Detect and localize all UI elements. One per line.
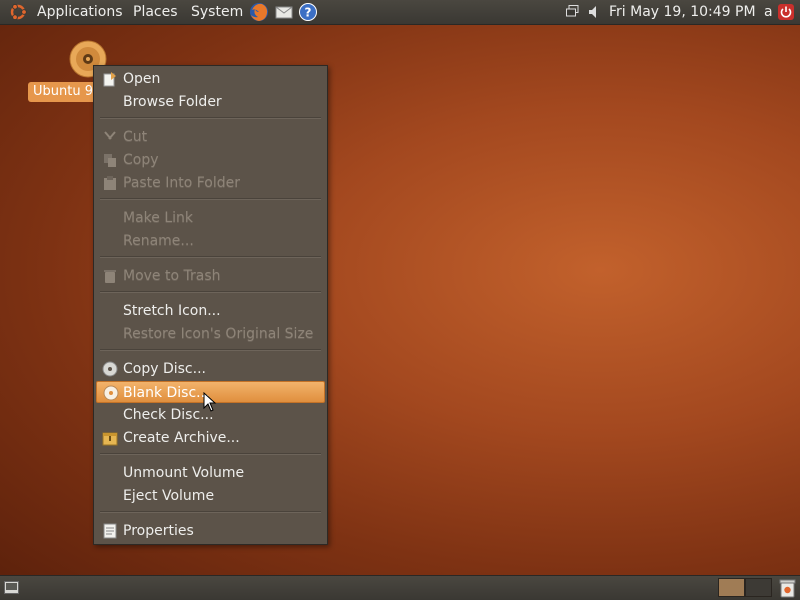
properties-icon [103, 523, 117, 539]
copy-icon [104, 154, 116, 167]
menu-item-cut: Cut [96, 126, 325, 148]
mouse-cursor-icon [203, 392, 217, 412]
menu-item-open[interactable]: Open [96, 68, 325, 90]
menu-separator [100, 511, 321, 513]
trash-icon[interactable] [778, 578, 797, 598]
svg-text:?: ? [305, 6, 312, 20]
trash-icon [104, 270, 116, 283]
workspace-1-button[interactable] [718, 578, 745, 597]
menu-item-label: Check Disc... [123, 407, 214, 423]
menu-item-label: Eject Volume [123, 488, 215, 504]
system-menu[interactable]: System [191, 0, 243, 24]
menu-item-browse-folder[interactable]: Browse Folder [96, 91, 325, 113]
user-switcher[interactable]: a [764, 0, 773, 24]
menu-item-label: Open [123, 71, 161, 87]
menu-item-label: Create Archive... [123, 430, 240, 446]
help-icon[interactable]: ? [298, 2, 318, 22]
top-panel: Applications Places System ? Fri May 19,… [0, 0, 800, 25]
places-menu[interactable]: Places [133, 0, 178, 24]
menu-item-label: Browse Folder [123, 94, 222, 110]
disc-icon [102, 361, 118, 377]
menu-separator [100, 256, 321, 258]
open-icon [103, 72, 116, 87]
menu-item-eject-volume[interactable]: Eject Volume [96, 485, 325, 507]
firefox-icon[interactable] [249, 2, 269, 22]
menu-item-restore-icon-size: Restore Icon's Original Size [96, 323, 325, 345]
show-desktop-icon[interactable] [4, 581, 19, 594]
menu-item-paste-into-folder: Paste Into Folder [96, 172, 325, 194]
menu-item-unmount-volume[interactable]: Unmount Volume [96, 462, 325, 484]
power-icon[interactable] [777, 3, 795, 21]
menu-separator [100, 117, 321, 119]
menu-item-properties[interactable]: Properties [96, 520, 325, 542]
bottom-panel [0, 575, 800, 600]
menu-item-copy: Copy [96, 149, 325, 171]
menu-separator [100, 349, 321, 351]
menu-item-label: Copy [123, 152, 159, 168]
menu-item-label: Copy Disc... [123, 361, 206, 377]
menu-item-label: Stretch Icon... [123, 303, 221, 319]
context-menu: Open Browse Folder Cut Copy Paste Into F… [93, 65, 328, 545]
cut-icon [104, 131, 116, 140]
desktop-disc-label[interactable]: Ubuntu 9 [28, 82, 99, 102]
menu-item-label: Restore Icon's Original Size [123, 326, 314, 342]
menu-item-make-link: Make Link [96, 207, 325, 229]
menu-item-label: Unmount Volume [123, 465, 245, 481]
menu-item-copy-disc[interactable]: Copy Disc... [96, 358, 325, 380]
menu-separator [100, 453, 321, 455]
menu-item-label: Paste Into Folder [123, 175, 241, 191]
window-list-icon[interactable] [566, 5, 579, 17]
menu-item-label: Make Link [123, 210, 193, 226]
menu-item-label: Cut [123, 129, 148, 145]
clock[interactable]: Fri May 19, 10:49 PM [609, 0, 756, 24]
disc-icon [103, 385, 119, 401]
menu-separator [100, 291, 321, 293]
applications-menu[interactable]: Applications [37, 0, 123, 24]
menu-separator [100, 198, 321, 200]
menu-item-create-archive[interactable]: Create Archive... [96, 427, 325, 449]
menu-item-move-to-trash: Move to Trash [96, 265, 325, 287]
volume-icon[interactable] [588, 5, 602, 19]
workspace-2-button[interactable] [745, 578, 772, 597]
menu-item-stretch-icon[interactable]: Stretch Icon... [96, 300, 325, 322]
menu-item-rename: Rename... [96, 230, 325, 252]
menu-item-label: Rename... [123, 233, 194, 249]
menu-item-label: Blank Disc... [123, 385, 210, 401]
ubuntu-logo-icon[interactable] [8, 2, 28, 22]
paste-icon [104, 176, 116, 190]
menu-item-label: Move to Trash [123, 268, 221, 284]
archive-icon [102, 432, 118, 446]
mail-icon[interactable] [274, 2, 294, 22]
menu-item-label: Properties [123, 523, 194, 539]
